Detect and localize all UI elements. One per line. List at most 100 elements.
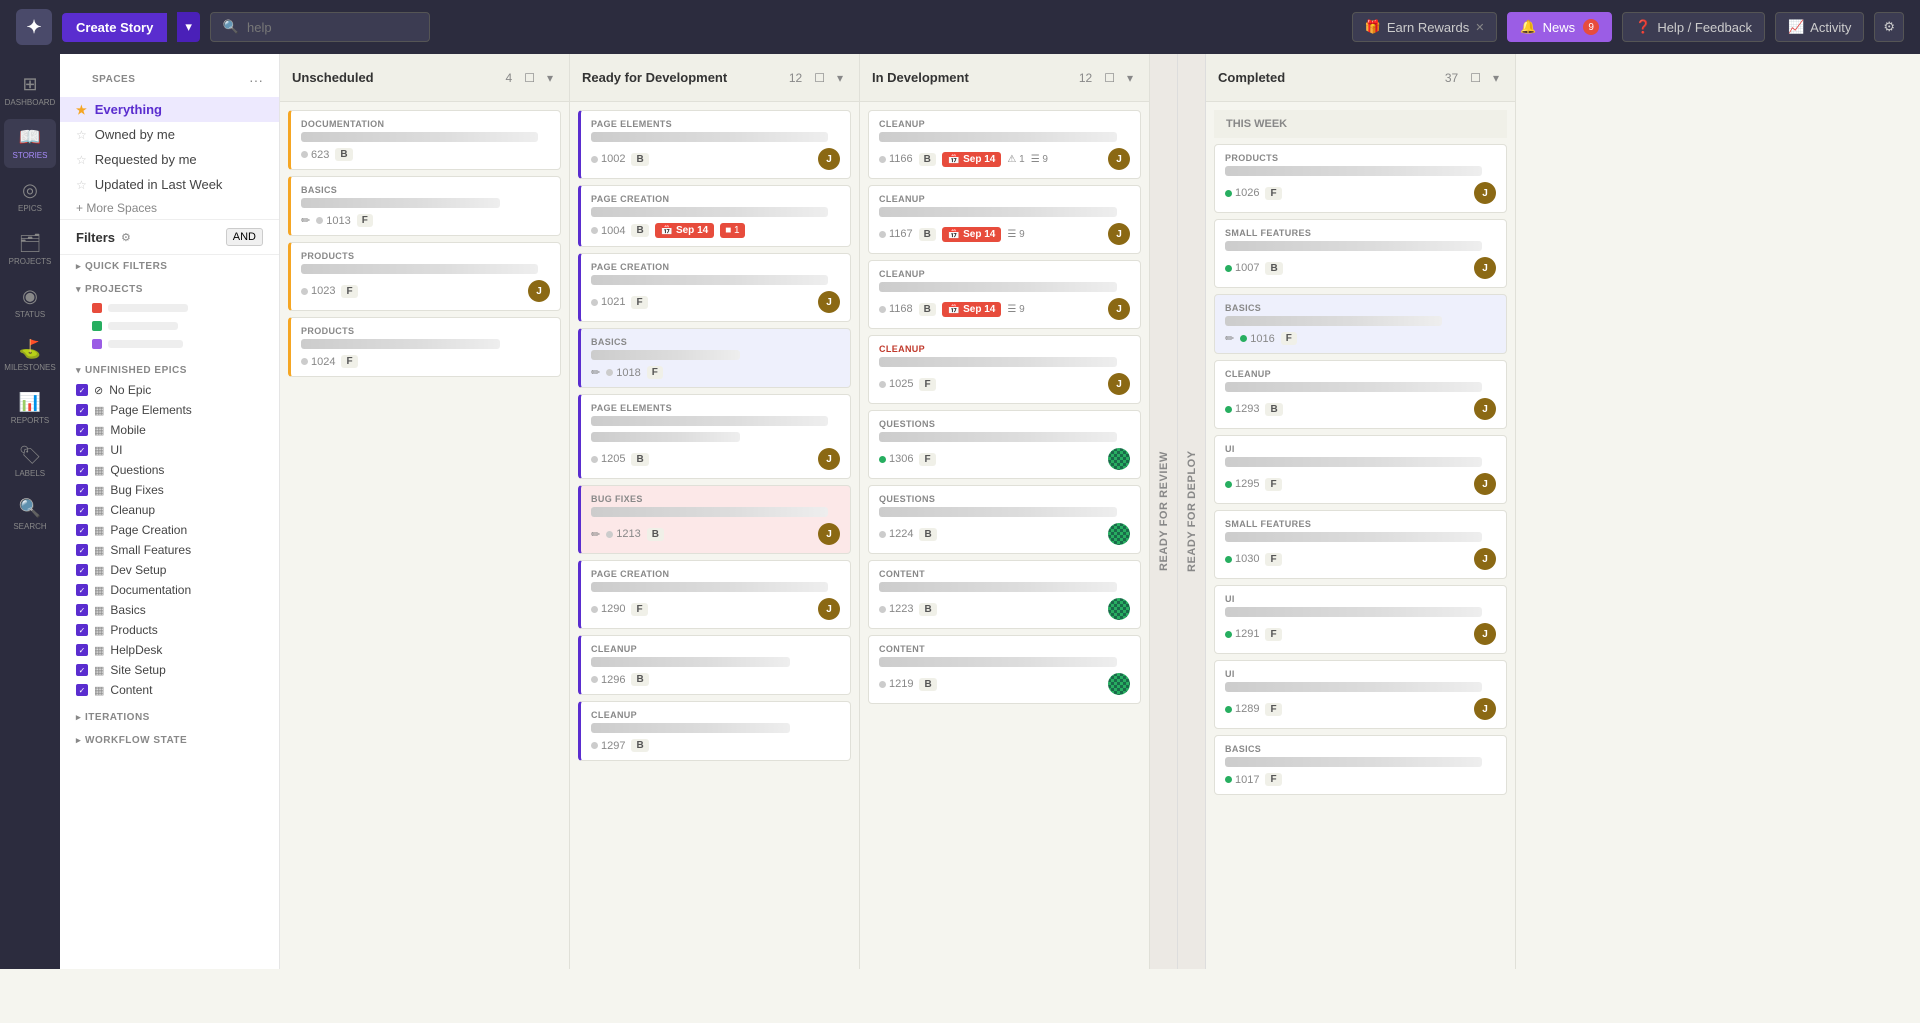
epic-small-features[interactable]: ▦ Small Features — [76, 540, 263, 560]
epic-products[interactable]: ▦ Products — [76, 620, 263, 640]
epic-checkbox-2[interactable] — [76, 404, 88, 416]
sidebar-item-stories[interactable]: 📖 STORIES — [4, 119, 56, 168]
sidebar-item-labels[interactable]: 🏷 LABELS — [4, 437, 56, 486]
activity-button[interactable]: 📈 Activity — [1775, 12, 1864, 42]
search-box[interactable]: 🔍 help — [210, 12, 430, 42]
epic-ui[interactable]: ▦ UI — [76, 440, 263, 460]
epic-checkbox[interactable] — [76, 384, 88, 396]
col-checkbox-completed[interactable]: ☐ — [1466, 69, 1485, 87]
sidebar-item-reports[interactable]: 📊 REPORTS — [4, 384, 56, 433]
project-item-2[interactable] — [76, 317, 263, 335]
card-completed-1017[interactable]: BASICS 1017 F — [1214, 735, 1507, 795]
col-menu-in-dev[interactable]: ▾ — [1123, 69, 1137, 87]
epic-dev-setup[interactable]: ▦ Dev Setup — [76, 560, 263, 580]
epic-checkbox-8[interactable] — [76, 524, 88, 536]
card-1024[interactable]: PRODUCTS 1024 F — [288, 317, 561, 377]
epic-page-creation[interactable]: ▦ Page Creation — [76, 520, 263, 540]
card-1025[interactable]: CLEANUP 1025 F J — [868, 335, 1141, 404]
card-1213[interactable]: BUG FIXES ✏ 1213 B J — [578, 485, 851, 554]
card-623[interactable]: DOCUMENTATION 623 B — [288, 110, 561, 170]
epic-checkbox-5[interactable] — [76, 464, 88, 476]
epic-checkbox-12[interactable] — [76, 604, 88, 616]
sidebar-item-status[interactable]: ◉ STATUS — [4, 278, 56, 327]
card-1205[interactable]: PAGE ELEMENTS 1205 B J — [578, 394, 851, 479]
card-1224[interactable]: QUESTIONS 1224 B — [868, 485, 1141, 554]
epic-bug-fixes[interactable]: ▦ Bug Fixes — [76, 480, 263, 500]
more-spaces-link[interactable]: + More Spaces — [60, 197, 279, 219]
card-1004[interactable]: PAGE CREATION 1004 B 📅 Sep 14 ■ 1 — [578, 185, 851, 247]
epic-page-elements[interactable]: ▦ Page Elements — [76, 400, 263, 420]
space-requested-by-me[interactable]: ☆ Requested by me — [60, 147, 279, 172]
epic-documentation[interactable]: ▦ Documentation — [76, 580, 263, 600]
card-1223[interactable]: CONTENT 1223 B — [868, 560, 1141, 629]
epic-content[interactable]: ▦ Content — [76, 680, 263, 700]
epic-no-epic[interactable]: ⊘ No Epic — [76, 380, 263, 400]
space-owned-by-me[interactable]: ☆ Owned by me — [60, 122, 279, 147]
card-1023[interactable]: PRODUCTS 1023 F J — [288, 242, 561, 311]
quick-filters-toggle[interactable]: QUICK FILTERS — [76, 261, 263, 272]
card-completed-1026[interactable]: PRODUCTS 1026 F J — [1214, 144, 1507, 213]
iterations-toggle[interactable]: ITERATIONS — [76, 712, 263, 723]
space-everything[interactable]: ★ Everything — [60, 97, 279, 122]
news-button[interactable]: 🔔 News 9 — [1507, 12, 1612, 42]
card-completed-1289[interactable]: UI 1289 F J — [1214, 660, 1507, 729]
sidebar-item-projects[interactable]: 🗂 PROJECTS — [4, 225, 56, 274]
epic-cleanup[interactable]: ▦ Cleanup — [76, 500, 263, 520]
col-menu-unscheduled[interactable]: ▾ — [543, 69, 557, 87]
card-completed-1016[interactable]: BASICS ✏ 1016 F — [1214, 294, 1507, 354]
card-completed-1291[interactable]: UI 1291 F J — [1214, 585, 1507, 654]
sidebar-item-milestones[interactable]: ⛳ MILESTONES — [4, 331, 56, 380]
epic-questions[interactable]: ▦ Questions — [76, 460, 263, 480]
epic-helpdesk[interactable]: ▦ HelpDesk — [76, 640, 263, 660]
create-story-button[interactable]: Create Story — [62, 13, 167, 42]
project-item-3[interactable] — [76, 335, 263, 353]
project-item-1[interactable] — [76, 299, 263, 317]
card-completed-1007[interactable]: SMALL FEATURES 1007 B J — [1214, 219, 1507, 288]
card-completed-1030[interactable]: SMALL FEATURES 1030 F J — [1214, 510, 1507, 579]
card-1219[interactable]: CONTENT 1219 B — [868, 635, 1141, 704]
workflow-toggle[interactable]: WORKFLOW STATE — [76, 735, 263, 746]
epic-basics[interactable]: ▦ Basics — [76, 600, 263, 620]
card-1296[interactable]: CLEANUP 1296 B — [578, 635, 851, 695]
sidebar-item-dashboard[interactable]: ⊞ DASHBOARD — [4, 66, 56, 115]
epics-toggle[interactable]: UNFINISHED EPICS — [76, 365, 263, 376]
filter-settings-icon[interactable]: ⚙ — [121, 231, 131, 244]
card-1306[interactable]: QUESTIONS 1306 F — [868, 410, 1141, 479]
epic-mobile[interactable]: ▦ Mobile — [76, 420, 263, 440]
epic-checkbox-6[interactable] — [76, 484, 88, 496]
card-1290[interactable]: PAGE CREATION 1290 F J — [578, 560, 851, 629]
col-checkbox-in-dev[interactable]: ☐ — [1100, 69, 1119, 87]
sidebar-item-epics[interactable]: ◎ EPICS — [4, 172, 56, 221]
create-story-dropdown[interactable]: ▾ — [177, 12, 200, 42]
epic-checkbox-3[interactable] — [76, 424, 88, 436]
epic-checkbox-13[interactable] — [76, 624, 88, 636]
space-updated-last-week[interactable]: ☆ Updated in Last Week — [60, 172, 279, 197]
card-1013[interactable]: BASICS ✏ 1013 F — [288, 176, 561, 236]
epic-checkbox-16[interactable] — [76, 684, 88, 696]
card-1021[interactable]: PAGE CREATION 1021 F J — [578, 253, 851, 322]
projects-toggle[interactable]: PROJECTS — [76, 284, 263, 295]
card-1167[interactable]: CLEANUP 1167 B 📅 Sep 14 ☰ 9 J — [868, 185, 1141, 254]
card-completed-1293[interactable]: CLEANUP 1293 B J — [1214, 360, 1507, 429]
epic-checkbox-11[interactable] — [76, 584, 88, 596]
card-1168[interactable]: CLEANUP 1168 B 📅 Sep 14 ☰ 9 J — [868, 260, 1141, 329]
col-checkbox-unscheduled[interactable]: ☐ — [520, 69, 539, 87]
earn-rewards-button[interactable]: 🎁 Earn Rewards ✕ — [1352, 12, 1498, 42]
epic-checkbox-7[interactable] — [76, 504, 88, 516]
epic-checkbox-15[interactable] — [76, 664, 88, 676]
sidebar-item-search[interactable]: 🔍 SEARCH — [4, 490, 56, 539]
epic-site-setup[interactable]: ▦ Site Setup — [76, 660, 263, 680]
col-checkbox-ready-dev[interactable]: ☐ — [810, 69, 829, 87]
epic-checkbox-14[interactable] — [76, 644, 88, 656]
epic-checkbox-9[interactable] — [76, 544, 88, 556]
card-completed-1295[interactable]: UI 1295 F J — [1214, 435, 1507, 504]
card-1166[interactable]: CLEANUP 1166 B 📅 Sep 14 ⚠ 1 ☰ 9 J — [868, 110, 1141, 179]
help-feedback-button[interactable]: ❓ Help / Feedback — [1622, 12, 1765, 42]
col-menu-ready-dev[interactable]: ▾ — [833, 69, 847, 87]
card-1018[interactable]: BASICS ✏ 1018 F — [578, 328, 851, 388]
col-menu-completed[interactable]: ▾ — [1489, 69, 1503, 87]
card-1297[interactable]: CLEANUP 1297 B — [578, 701, 851, 761]
epic-checkbox-4[interactable] — [76, 444, 88, 456]
card-1002[interactable]: PAGE ELEMENTS 1002 B J — [578, 110, 851, 179]
settings-button[interactable]: ⚙ — [1874, 12, 1904, 42]
